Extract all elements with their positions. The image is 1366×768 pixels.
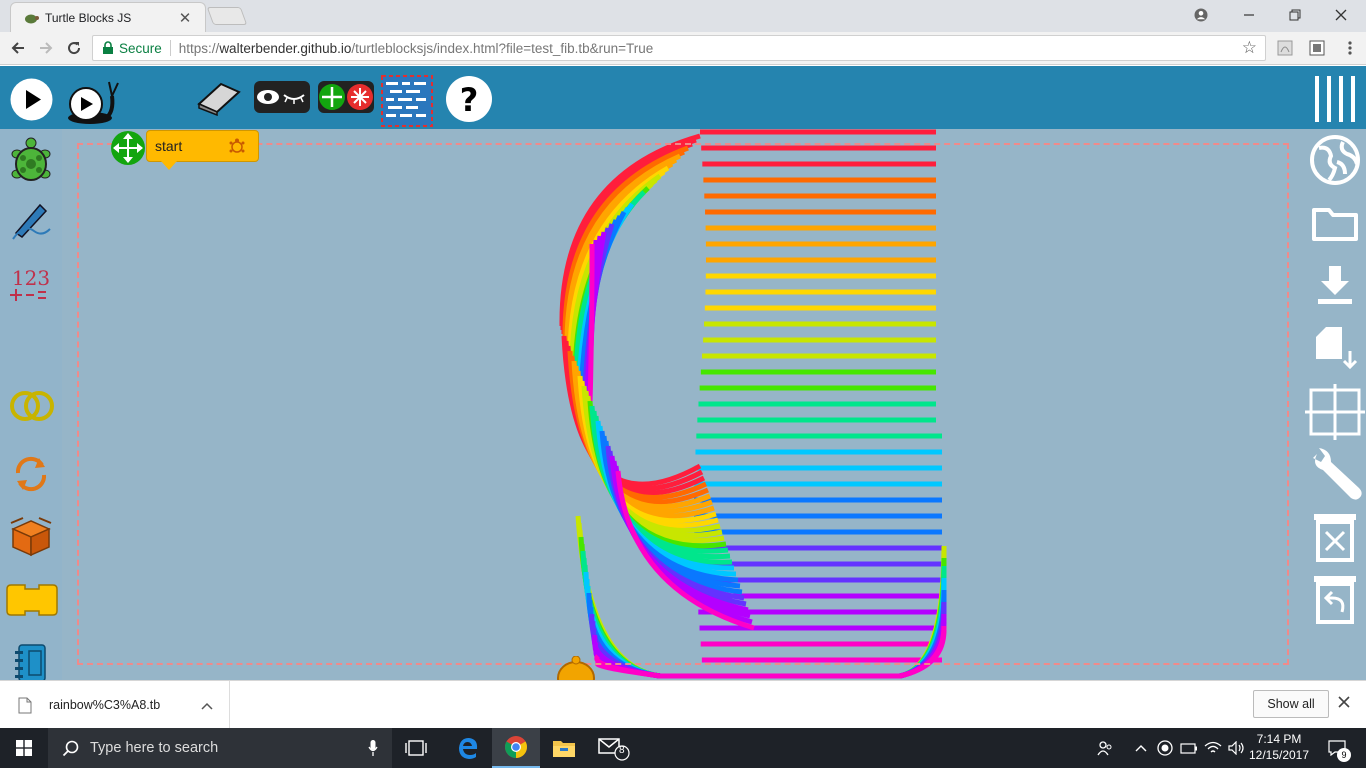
close-window-icon[interactable] [1318,0,1364,30]
save-icon[interactable] [1315,263,1355,307]
extension-icon[interactable] [1308,39,1326,57]
chrome-browser-icon [505,736,527,758]
folder-icon [553,741,575,757]
minimize-icon[interactable] [1226,0,1272,30]
tab-title: Turtle Blocks JS [45,10,132,25]
bookmark-star-icon[interactable]: ☆ [1242,38,1257,58]
start-block-label: start [155,138,183,154]
turtle-blocks-app: ? 123 start [0,66,1366,680]
browser-toolbar: Secure https://walterbender.github.io/tu… [0,32,1366,65]
back-icon[interactable] [6,36,30,60]
planet-icon[interactable] [1309,134,1361,186]
people-icon[interactable] [1094,728,1116,768]
action-center-button[interactable]: 9 [1322,728,1352,768]
taskbar-file-explorer[interactable] [540,728,588,768]
block-palette-icon[interactable] [5,581,59,619]
omnibox-separator [169,40,171,56]
forward-icon[interactable] [34,36,58,60]
load-plugin-icon[interactable] [1314,323,1360,375]
svg-text:?: ? [460,81,479,119]
grid-toggle-icon[interactable] [380,72,434,128]
url-scheme: https:// [178,40,220,56]
show-all-button[interactable]: Show all [1253,690,1329,718]
notification-badge: 9 [1337,748,1351,762]
boolean-palette-icon[interactable] [9,389,55,423]
svg-text:123: 123 [12,266,50,290]
canvas-grid-border [77,143,1289,665]
start-block[interactable]: start [146,130,259,170]
chrome-menu-icon[interactable] [1338,36,1362,60]
windows-taskbar: Type here to search 8 7:14 PM 12/15/2017… [0,728,1366,768]
taskbar-mail[interactable]: 8 [590,728,638,768]
battery-icon[interactable] [1178,728,1200,768]
download-item[interactable]: rainbow%C3%A8.tb [18,681,230,729]
taskbar-search-box[interactable]: Type here to search [48,728,392,768]
windows-start-button[interactable] [0,728,48,768]
windows-logo-icon [16,740,32,756]
eraser-icon[interactable] [195,80,243,116]
number-palette-icon[interactable]: 123 [8,265,54,305]
download-filename: rainbow%C3%A8.tb [49,698,161,712]
task-view-button[interactable] [392,728,440,768]
url-text[interactable]: https://walterbender.github.io/turtleblo… [179,41,654,56]
mail-badge-count: 8 [619,745,625,756]
block-palette-sidebar: 123 [0,129,62,680]
menu-icon[interactable] [1312,74,1358,124]
taskbar-clock[interactable]: 7:14 PM 12/15/2017 [1244,731,1314,763]
profile-icon[interactable] [1178,0,1224,30]
turtle-favicon-icon [25,14,39,23]
tab-strip: Turtle Blocks JS ✕ [0,0,1366,32]
clock-time: 7:14 PM [1256,732,1302,746]
lock-icon [103,41,113,54]
pen-palette-icon[interactable] [10,199,52,241]
reload-icon[interactable] [62,36,86,60]
mail-icon [598,738,630,761]
help-icon[interactable]: ? [445,75,493,123]
play-icon[interactable] [9,77,54,122]
search-placeholder: Type here to search [90,740,219,756]
flow-palette-icon[interactable] [12,455,50,493]
restore-icon[interactable] [1272,0,1318,30]
wifi-icon[interactable] [1202,728,1224,768]
hide-show-blocks-icon[interactable] [252,77,312,117]
taskbar-edge[interactable] [444,728,492,768]
microphone-icon[interactable] [368,740,378,756]
grid-icon[interactable] [1305,384,1365,440]
taskbar-chrome[interactable] [492,728,540,768]
close-download-bar-icon[interactable] [1338,693,1350,713]
collapse-expand-icon[interactable] [316,77,376,117]
download-bar: rainbow%C3%A8.tb Show all [0,680,1366,729]
address-bar[interactable]: Secure https://walterbender.github.io/tu… [92,35,1266,61]
secure-label: Secure [119,40,162,56]
turtle-palette-icon[interactable] [10,137,52,185]
chevron-up-icon[interactable] [201,697,213,713]
restore-trash-icon[interactable] [1312,574,1358,624]
move-turtle-handle-icon[interactable] [110,130,146,166]
record-icon[interactable] [1154,728,1176,768]
tab-close-icon[interactable]: ✕ [177,9,193,27]
url-path: /turtleblocksjs/index.html?file=test_fib… [351,40,654,56]
show-hidden-icons-chevron-icon[interactable] [1130,728,1152,768]
start-block-notch [161,161,177,170]
clock-date: 12/15/2017 [1248,748,1310,762]
action-box-palette-icon[interactable] [9,515,53,557]
pdf-extension-icon[interactable] [1276,39,1294,57]
new-tab-button[interactable] [206,7,248,25]
media-palette-icon[interactable] [13,643,49,680]
file-icon [18,697,32,713]
edge-browser-icon [459,738,478,759]
url-host: walterbender.github.io [219,40,352,56]
turtle-sprite-icon[interactable] [553,656,599,680]
open-file-icon[interactable] [1311,204,1359,242]
search-icon [62,740,79,757]
app-top-toolbar: ? [0,66,1366,129]
settings-icon[interactable] [1307,446,1365,502]
browser-tab[interactable]: Turtle Blocks JS ✕ [10,2,206,32]
task-view-icon [405,740,427,756]
slow-play-snail-icon[interactable] [66,78,124,126]
trash-icon[interactable] [1312,510,1358,562]
turtle-start-icon [229,138,245,153]
